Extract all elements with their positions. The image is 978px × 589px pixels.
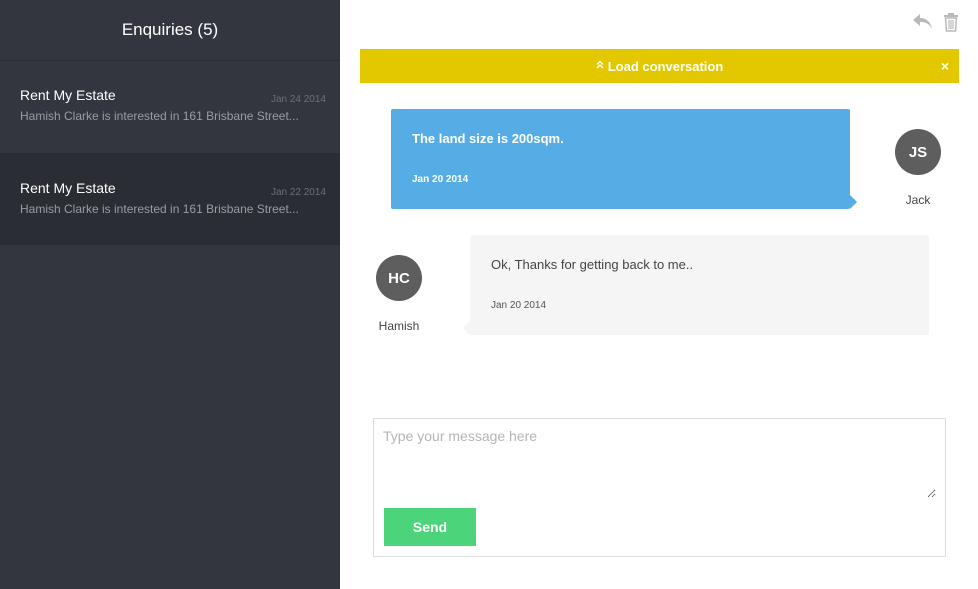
message-date: Jan 20 2014 xyxy=(412,174,469,185)
message-date: Jan 20 2014 xyxy=(491,300,547,311)
message-bubble: Ok, Thanks for getting back to me.. Jan … xyxy=(463,235,929,335)
avatar: HC xyxy=(376,255,422,301)
conversation-panel: Load conversation × The land size is 200… xyxy=(340,0,978,589)
load-conversation-label: Load conversation xyxy=(607,58,724,74)
enquiry-preview: Hamish Clarke is interested in 161 Brisb… xyxy=(20,202,299,216)
message-bubble: The land size is 200sqm. Jan 20 2014 xyxy=(391,109,857,209)
close-icon[interactable]: × xyxy=(941,58,949,74)
enquiry-date: Jan 22 2014 xyxy=(270,187,326,198)
trash-icon[interactable] xyxy=(943,12,959,37)
avatar-name: Jack xyxy=(905,193,931,207)
message-text: The land size is 200sqm. xyxy=(412,131,564,146)
enquiry-date: Jan 24 2014 xyxy=(270,94,326,105)
enquiry-item-selected[interactable]: Rent My Estate Jan 22 2014 Hamish Clarke… xyxy=(0,153,340,245)
avatar: JS xyxy=(895,129,941,175)
enquiry-item[interactable]: Rent My Estate Jan 24 2014 Hamish Clarke… xyxy=(0,61,340,153)
enquiries-sidebar: Enquiries (5) Rent My Estate Jan 24 2014… xyxy=(0,0,340,589)
enquiry-preview: Hamish Clarke is interested in 161 Brisb… xyxy=(20,109,299,123)
message-input[interactable] xyxy=(383,428,936,498)
sidebar-title: Enquiries (5) xyxy=(121,20,219,39)
sidebar-header: Enquiries (5) xyxy=(0,0,340,61)
message-text: Ok, Thanks for getting back to me.. xyxy=(491,257,694,272)
avatar-name: Hamish xyxy=(378,319,420,333)
reply-icon[interactable] xyxy=(912,12,934,37)
message-composer: Send xyxy=(373,418,946,557)
load-conversation-banner[interactable]: Load conversation × xyxy=(360,49,959,83)
chevron-up-icon xyxy=(596,60,604,72)
send-button[interactable]: Send xyxy=(384,508,476,546)
